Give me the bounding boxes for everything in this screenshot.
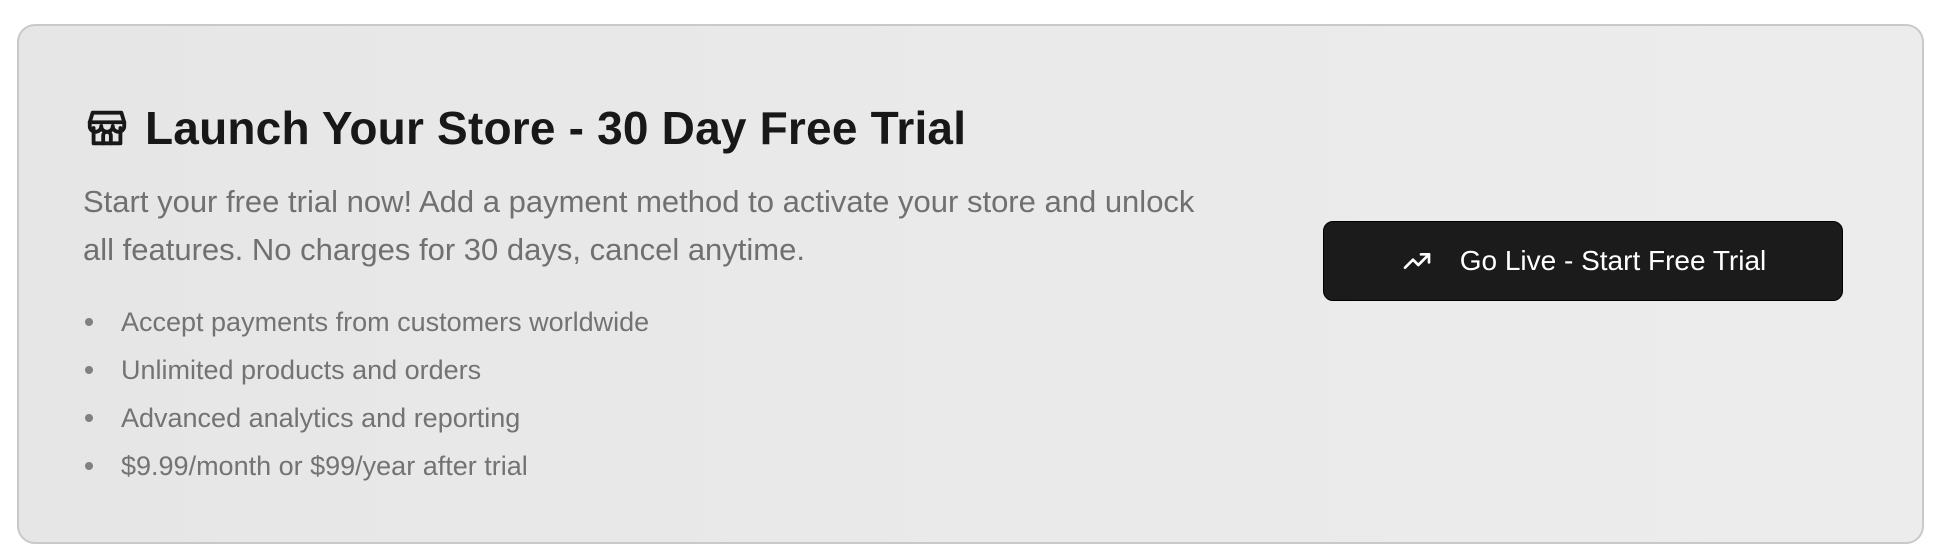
banner-content: Launch Your Store - 30 Day Free Trial St… (83, 96, 1233, 490)
list-item: Unlimited products and orders (83, 346, 1233, 394)
store-icon (83, 104, 131, 152)
list-item: Advanced analytics and reporting (83, 394, 1233, 442)
go-live-button-label: Go Live - Start Free Trial (1459, 245, 1767, 276)
trending-up-icon (1400, 244, 1434, 278)
list-item: Accept payments from customers worldwide (83, 298, 1233, 346)
banner-description: Start your free trial now! Add a payment… (83, 184, 1195, 267)
page-title: Launch Your Store - 30 Day Free Trial (145, 102, 967, 154)
go-live-button[interactable]: Go Live - Start Free Trial (1323, 221, 1843, 301)
banner-header: Launch Your Store - 30 Day Free Trial (83, 96, 1233, 160)
list-item: $9.99/month or $99/year after trial (83, 442, 1233, 490)
feature-list: Accept payments from customers worldwide… (83, 298, 1233, 490)
